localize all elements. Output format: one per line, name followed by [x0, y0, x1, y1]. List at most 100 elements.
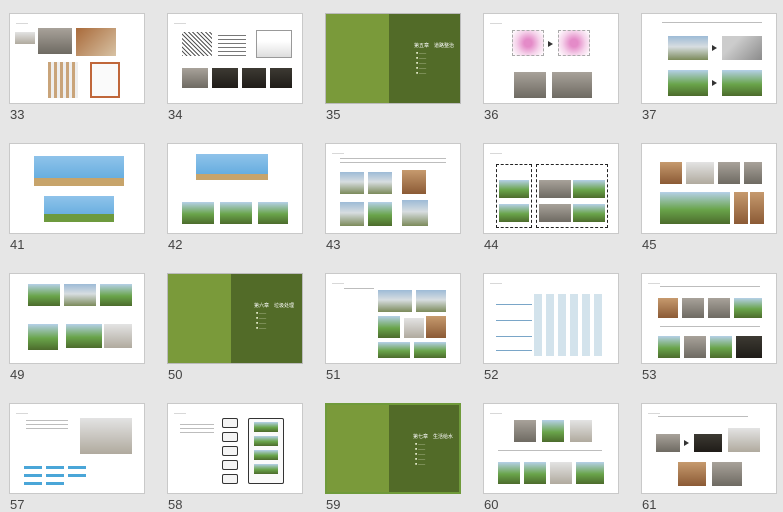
- slide-image: [254, 422, 278, 432]
- flow-box: [24, 482, 42, 485]
- slide-image: [656, 434, 680, 452]
- slide-image: [658, 336, 680, 358]
- slide-thumbnail[interactable]: [9, 273, 145, 364]
- slide-thumbnail[interactable]: ———: [325, 143, 461, 234]
- slide-image: [660, 162, 682, 184]
- slide-image: [708, 298, 730, 318]
- slide-image: [254, 450, 278, 460]
- flow-box: [24, 466, 42, 469]
- slide-thumbnail[interactable]: 第七章 生活给水 ■ —— ■ —— ■ —— ■ —— ■ ——: [325, 403, 461, 494]
- slide-text: [180, 432, 214, 433]
- slide-image: [368, 172, 392, 194]
- slide-number: 60: [484, 497, 499, 512]
- slide-text: [658, 416, 748, 417]
- slide-thumbnail[interactable]: ———: [483, 273, 619, 364]
- slide-text: [180, 424, 214, 425]
- slide-thumbnail[interactable]: ———: [641, 403, 777, 494]
- slide-thumbnail[interactable]: ———: [483, 143, 619, 234]
- arrow-icon: [712, 45, 717, 51]
- slide-diagram: [196, 174, 268, 180]
- chapter-panel-dark: [230, 274, 302, 363]
- slide-number: 58: [168, 497, 183, 512]
- slide-image: [220, 202, 252, 224]
- chapter-title: 第七章 生活给水: [413, 434, 454, 440]
- slide-image: [414, 342, 446, 358]
- slide-image: [734, 192, 748, 224]
- slide-thumbnail[interactable]: [641, 143, 777, 234]
- slide-image: [28, 284, 60, 306]
- slide-thumbnail[interactable]: ———: [9, 403, 145, 494]
- slide-diagram: [44, 214, 114, 222]
- slide-thumbnail[interactable]: ———: [9, 13, 145, 104]
- slide-thumbnail[interactable]: ———: [483, 403, 619, 494]
- slide-thumbnail[interactable]: ———: [167, 13, 303, 104]
- slide-image: [728, 428, 760, 452]
- slide-number: 57: [10, 497, 25, 512]
- slide-image: [218, 32, 246, 56]
- slide-text: [660, 326, 760, 327]
- slide-thumbnail[interactable]: ———: [641, 273, 777, 364]
- slide-image: [722, 36, 762, 60]
- slide-image: [552, 72, 592, 98]
- slide-image: [576, 462, 604, 484]
- slide-number: 37: [642, 107, 657, 122]
- chapter-title: 第五章 道路整治: [414, 43, 455, 49]
- slide-image: [734, 298, 762, 318]
- chapter-panel-light: [327, 405, 390, 492]
- slide-text: [26, 424, 68, 425]
- slide-thumbnail[interactable]: ———: [167, 403, 303, 494]
- flow-box: [222, 432, 238, 442]
- slide-image: [378, 316, 400, 338]
- slide-image: [182, 202, 214, 224]
- slide-number: 50: [168, 367, 183, 382]
- flow-box: [46, 466, 64, 469]
- slide-image: [66, 324, 102, 348]
- slide-image: [718, 162, 740, 184]
- slide-image: [658, 298, 678, 318]
- slide-image: [710, 336, 732, 358]
- slide-heading: ———: [332, 150, 344, 155]
- slide-heading: ———: [490, 20, 502, 25]
- slide-image: [573, 204, 605, 222]
- slide-number: 43: [326, 237, 341, 252]
- slide-thumbnail[interactable]: ———: [483, 13, 619, 104]
- slide-image: [404, 318, 424, 338]
- slide-image: [539, 204, 571, 222]
- slide-image: [254, 464, 278, 474]
- slide-thumbnail[interactable]: ———: [325, 273, 461, 364]
- slide-number: 44: [484, 237, 499, 252]
- chapter-outline: ■ —— ■ —— ■ —— ■ —— ■ ——: [415, 442, 426, 466]
- slide-image: [694, 434, 722, 452]
- arrow-icon: [684, 440, 689, 446]
- slide-image: [573, 180, 605, 198]
- slide-heading: ———: [490, 410, 502, 415]
- slide-image: [28, 324, 58, 350]
- slide-number: 52: [484, 367, 499, 382]
- slide-image: [736, 336, 762, 358]
- slide-thumbnail[interactable]: [167, 143, 303, 234]
- slide-number: 34: [168, 107, 183, 122]
- slide-number: 59: [326, 497, 341, 512]
- slide-image: [550, 462, 572, 484]
- slide-text: [26, 428, 68, 429]
- flow-box: [24, 474, 42, 477]
- slide-image: [242, 68, 266, 88]
- slide-number: 41: [10, 237, 25, 252]
- slide-number: 49: [10, 367, 25, 382]
- slide-image: [104, 324, 132, 348]
- slide-image: [678, 462, 706, 486]
- flow-box: [222, 460, 238, 470]
- slide-thumbnail[interactable]: 第五章 道路整治 ■ —— ■ —— ■ —— ■ —— ■ ——: [325, 13, 461, 104]
- slide-thumbnail[interactable]: [9, 143, 145, 234]
- flow-box: [46, 474, 64, 477]
- slide-heading: ———: [490, 280, 502, 285]
- slide-image: [402, 200, 428, 226]
- slide-thumbnail[interactable]: 第六章 垃圾处理 ■ —— ■ —— ■ —— ■ ——: [167, 273, 303, 364]
- slide-image: [212, 68, 238, 88]
- slide-image: [660, 192, 730, 224]
- slide-thumbnail[interactable]: [641, 13, 777, 104]
- slide-image: [514, 72, 546, 98]
- slide-text: [496, 320, 532, 321]
- slide-image: [38, 28, 72, 54]
- slide-text: [660, 286, 760, 287]
